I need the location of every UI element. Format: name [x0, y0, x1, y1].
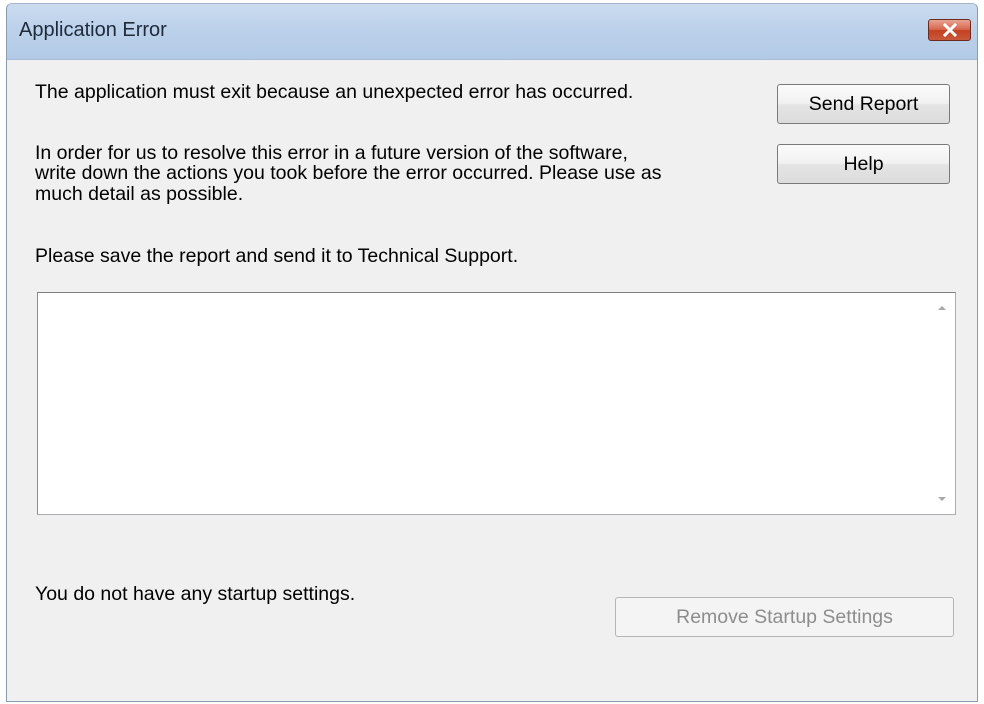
help-button[interactable]: Help: [777, 144, 950, 184]
scroll-up-arrow-icon: [938, 306, 946, 310]
scroll-down-button[interactable]: [929, 488, 955, 510]
scroll-down-arrow-icon: [938, 497, 946, 501]
send-report-button[interactable]: Send Report: [777, 84, 950, 124]
window-title: Application Error: [19, 19, 167, 41]
close-icon: [942, 23, 957, 37]
resolve-instructions-line-1: In order for us to resolve this error in…: [35, 142, 628, 164]
report-text-area[interactable]: [37, 292, 956, 515]
report-scrollbar[interactable]: [929, 293, 955, 514]
remove-startup-settings-button[interactable]: Remove Startup Settings: [615, 597, 954, 637]
resolve-instructions-line-3: much detail as possible.: [35, 183, 244, 205]
exit-notice-text: The application must exit because an une…: [35, 81, 634, 103]
title-bar[interactable]: Application Error: [7, 4, 977, 60]
save-report-instruction: Please save the report and send it to Te…: [35, 245, 519, 267]
scroll-up-button[interactable]: [929, 297, 955, 319]
resolve-instructions-line-2: write down the actions you took before t…: [35, 162, 662, 184]
startup-settings-status: You do not have any startup settings.: [35, 583, 356, 605]
application-error-dialog: Application Error The application must e…: [6, 3, 978, 702]
report-input[interactable]: [38, 293, 928, 514]
close-button[interactable]: [928, 19, 971, 41]
